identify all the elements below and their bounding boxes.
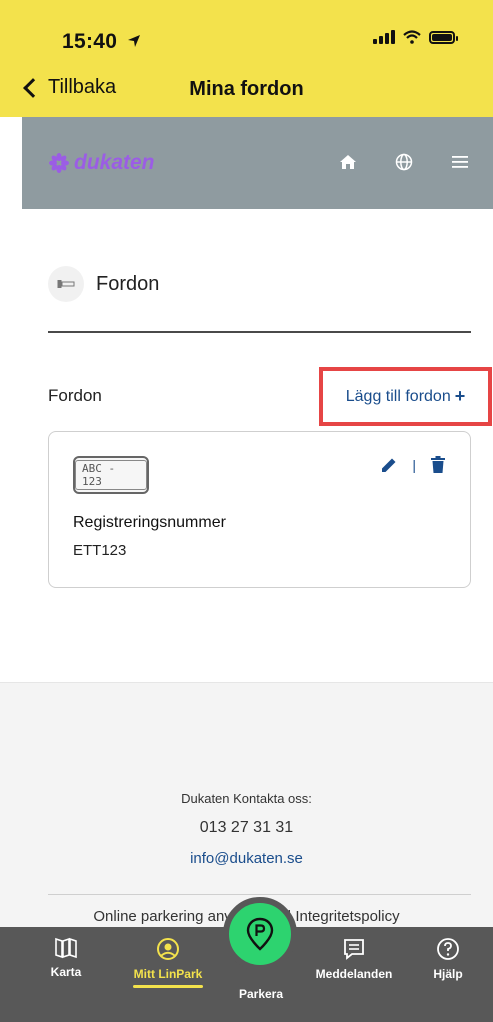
registration-label: Registreringsnummer [73, 514, 226, 531]
flower-logo-icon [49, 153, 69, 173]
tab-hjalp[interactable]: Hjälp [420, 927, 476, 1022]
site-header: dukaten [22, 117, 493, 209]
footer-phone[interactable]: 013 27 31 31 [0, 819, 493, 837]
plate-text: ABC - 123 [75, 460, 147, 490]
footer-contact: Dukaten Kontakta oss: [181, 791, 312, 806]
tab-parkera-label: Parkera [238, 987, 284, 1001]
edit-pencil-icon[interactable] [380, 456, 398, 474]
footer-email-link[interactable]: info@dukaten.se [0, 850, 493, 867]
wifi-icon [403, 30, 421, 44]
logo-text: dukaten [74, 151, 155, 174]
tab-karta[interactable]: Karta [36, 927, 96, 1022]
tab-hjalp-label: Hjälp [433, 967, 463, 981]
globe-icon[interactable] [393, 151, 415, 173]
add-vehicle-label: Lägg till fordon [345, 387, 451, 405]
battery-icon [429, 30, 458, 44]
tab-meddelanden-label: Meddelanden [315, 967, 393, 981]
card-actions: | [380, 456, 446, 474]
trash-icon[interactable] [430, 456, 446, 474]
vehicle-card: ABC - 123 | Registreringsnummer ETT123 [48, 431, 471, 588]
license-plate-icon: ABC - 123 [73, 456, 149, 494]
dukaten-logo[interactable]: dukaten [48, 151, 155, 175]
tab-mitt-linpark-label: Mitt LinPark [133, 967, 203, 981]
active-tab-indicator [133, 985, 203, 988]
footer-privacy-link[interactable]: r | Integritetspolicy [278, 908, 399, 925]
header-icons [337, 151, 471, 173]
location-arrow-icon [128, 35, 141, 47]
vehicles-label: Fordon [48, 386, 102, 405]
help-icon [437, 938, 459, 960]
action-separator: | [412, 457, 416, 473]
user-circle-icon [157, 938, 179, 960]
status-time-text: 15:40 [62, 30, 118, 53]
parking-pin-icon [246, 917, 274, 951]
registration-value: ETT123 [73, 542, 127, 559]
menu-icon[interactable] [449, 151, 471, 173]
page-title: Mina fordon [189, 78, 304, 100]
tab-karta-label: Karta [50, 965, 82, 979]
section-divider [48, 331, 471, 333]
status-icons [373, 30, 458, 44]
status-time: 15:40 [62, 30, 141, 54]
add-vehicle-button[interactable]: Lägg till fordon + [319, 367, 492, 426]
message-icon [344, 939, 364, 960]
plus-icon: + [454, 386, 466, 406]
vehicle-icon [48, 266, 84, 302]
home-icon[interactable] [337, 151, 359, 173]
signal-icon [373, 30, 395, 44]
section-title: Fordon [96, 272, 160, 295]
section-header: Fordon [48, 266, 159, 302]
tab-meddelanden[interactable]: Meddelanden [306, 927, 402, 1022]
tab-mitt-linpark[interactable]: Mitt LinPark [118, 927, 218, 1022]
park-button[interactable] [223, 897, 297, 971]
map-icon [55, 937, 77, 959]
footer-divider [48, 894, 471, 895]
footer-terms-link[interactable]: Online parkering anv [93, 908, 231, 925]
